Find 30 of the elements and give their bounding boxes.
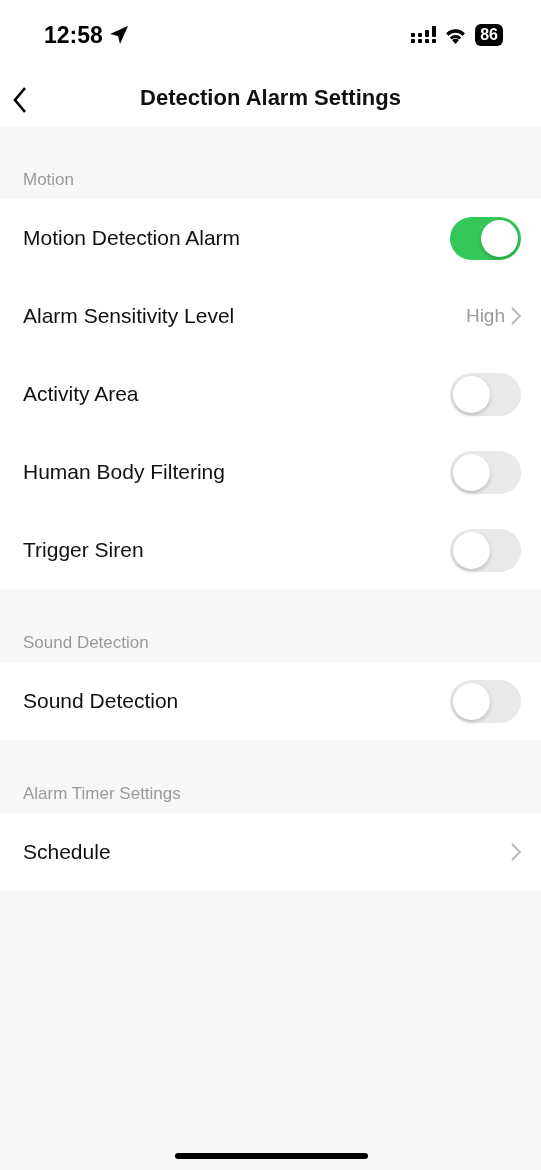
section-title: Sound Detection (23, 633, 149, 653)
setting-label: Motion Detection Alarm (23, 226, 241, 250)
toggle-switch[interactable] (450, 450, 521, 494)
settings-row[interactable]: Human Body Filtering (0, 433, 541, 511)
setting-label: Human Body Filtering (23, 460, 225, 484)
section-title: Alarm Timer Settings (23, 784, 181, 804)
settings-row[interactable]: Schedule (0, 813, 541, 891)
toggle-switch[interactable] (450, 372, 521, 416)
settings-row[interactable]: Trigger Siren (0, 511, 541, 589)
setting-label: Trigger Siren (23, 538, 144, 562)
settings-row[interactable]: Sound Detection (0, 662, 541, 740)
setting-label: Sound Detection (23, 689, 179, 713)
page-title: Detection Alarm Settings (140, 85, 401, 111)
settings-row[interactable]: Alarm Sensitivity Level High (0, 277, 541, 355)
setting-label: Alarm Sensitivity Level (23, 304, 235, 328)
section-title: Motion (23, 170, 75, 190)
setting-label: Schedule (23, 840, 111, 864)
signal-icon (411, 26, 437, 44)
settings-row[interactable]: Motion Detection Alarm (0, 199, 541, 277)
wifi-icon (444, 26, 468, 44)
settings-row[interactable]: Activity Area (0, 355, 541, 433)
toggle-switch[interactable] (450, 679, 521, 723)
chevron-icon (511, 307, 521, 325)
toggle-switch[interactable] (450, 216, 521, 260)
toggle-switch[interactable] (450, 528, 521, 572)
setting-label: Activity Area (23, 382, 139, 406)
location-arrow-icon (108, 25, 129, 45)
chevron-icon (511, 843, 521, 861)
clock-time: 12:58 (44, 21, 103, 49)
battery-level: 86 (475, 24, 503, 46)
